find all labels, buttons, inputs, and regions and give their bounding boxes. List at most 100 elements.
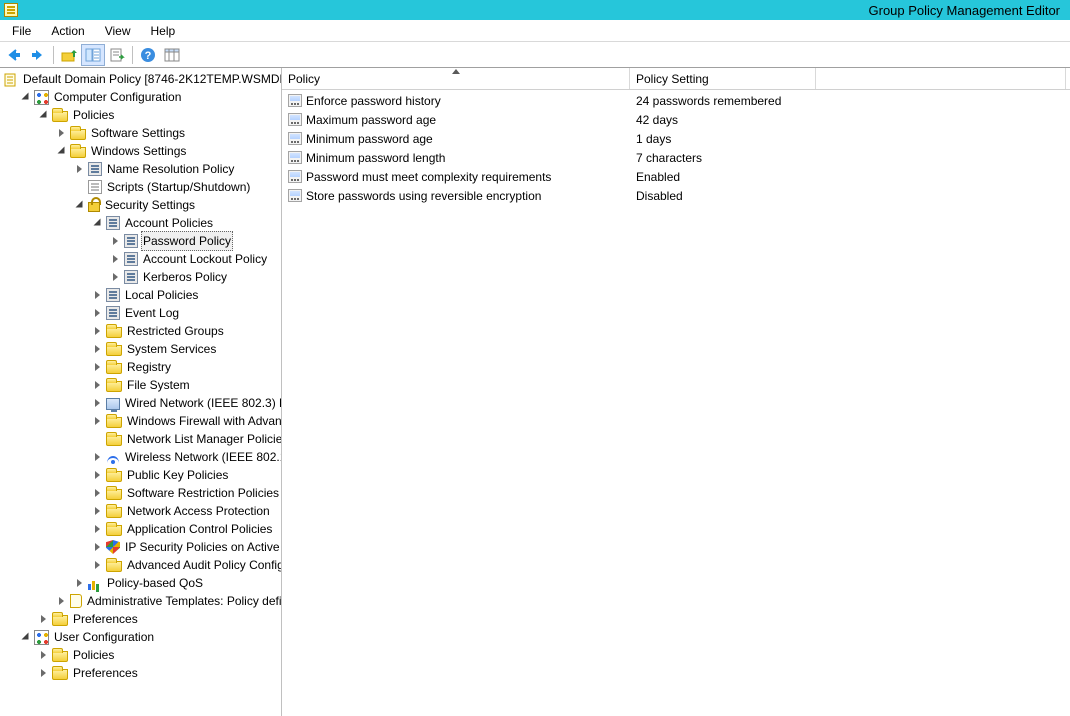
column-header-blank[interactable] xyxy=(816,68,1066,89)
tree-item[interactable]: Software Settings xyxy=(0,124,281,142)
list-item[interactable]: Minimum password length7 characters xyxy=(282,148,1070,167)
expander-closed-icon[interactable] xyxy=(92,505,104,517)
expander-closed-icon[interactable] xyxy=(92,523,104,535)
tree-item[interactable]: Kerberos Policy xyxy=(0,268,281,286)
tree-item[interactable]: Software Restriction Policies xyxy=(0,484,281,502)
list-item[interactable]: Minimum password age1 days xyxy=(282,129,1070,148)
expander-closed-icon[interactable] xyxy=(92,325,104,337)
forward-button[interactable] xyxy=(26,44,50,66)
tree-item[interactable]: Network List Manager Policies xyxy=(0,430,281,448)
tree-item[interactable]: Wired Network (IEEE 802.3) Policies xyxy=(0,394,281,412)
expander-closed-icon[interactable] xyxy=(38,613,50,625)
back-button[interactable] xyxy=(2,44,26,66)
expander-closed-icon[interactable] xyxy=(92,361,104,373)
window-title: Group Policy Management Editor xyxy=(22,3,1066,18)
expander-closed-icon[interactable] xyxy=(92,397,104,409)
tree-item[interactable]: Password Policy xyxy=(0,232,281,250)
help-button[interactable]: ? xyxy=(136,44,160,66)
expander-closed-icon[interactable] xyxy=(92,559,104,571)
tree-item[interactable]: Computer Configuration xyxy=(0,88,281,106)
tree-item[interactable]: Preferences xyxy=(0,610,281,628)
expander-closed-icon[interactable] xyxy=(92,487,104,499)
tree-item[interactable]: Policies xyxy=(0,646,281,664)
tree-item[interactable]: Local Policies xyxy=(0,286,281,304)
expander-closed-icon[interactable] xyxy=(110,235,122,247)
menu-action[interactable]: Action xyxy=(41,22,94,40)
expander-closed-icon[interactable] xyxy=(110,253,122,265)
tree-item[interactable]: Administrative Templates: Policy definit… xyxy=(0,592,281,610)
tree-item[interactable]: Windows Firewall with Advanced Security xyxy=(0,412,281,430)
expander-open-icon[interactable] xyxy=(74,199,86,211)
expander-open-icon[interactable] xyxy=(20,91,32,103)
tree-item[interactable]: Public Key Policies xyxy=(0,466,281,484)
expander-closed-icon[interactable] xyxy=(92,307,104,319)
export-list-button[interactable] xyxy=(105,44,129,66)
tree-label: Local Policies xyxy=(123,286,200,304)
export-list-icon xyxy=(109,47,125,63)
expander-closed-icon[interactable] xyxy=(74,163,86,175)
tree-item[interactable]: IP Security Policies on Active Directory xyxy=(0,538,281,556)
list-item[interactable]: Maximum password age42 days xyxy=(282,110,1070,129)
tree-item[interactable]: System Services xyxy=(0,340,281,358)
list-item[interactable]: Store passwords using reversible encrypt… xyxy=(282,186,1070,205)
tree-item[interactable]: Application Control Policies xyxy=(0,520,281,538)
filter-button[interactable] xyxy=(160,44,184,66)
app-icon xyxy=(4,3,18,17)
expander-closed-icon[interactable] xyxy=(56,595,68,607)
console-tree-pane[interactable]: Default Domain Policy [8746-2K12TEMP.WSM… xyxy=(0,68,282,716)
expander-closed-icon[interactable] xyxy=(74,577,86,589)
tree-item[interactable]: Network Access Protection xyxy=(0,502,281,520)
expander-open-icon[interactable] xyxy=(38,109,50,121)
expander-open-icon[interactable] xyxy=(92,217,104,229)
expander-open-icon[interactable] xyxy=(20,631,32,643)
folder-closed-icon xyxy=(106,525,122,536)
tree-item[interactable]: Name Resolution Policy xyxy=(0,160,281,178)
expander-closed-icon[interactable] xyxy=(92,289,104,301)
folder-closed-icon xyxy=(70,129,86,140)
expander-closed-icon[interactable] xyxy=(56,127,68,139)
expander-closed-icon[interactable] xyxy=(92,451,104,463)
policy-setting-cell: Disabled xyxy=(630,189,816,203)
expander-closed-icon[interactable] xyxy=(92,541,104,553)
up-button[interactable] xyxy=(57,44,81,66)
list-item[interactable]: Password must meet complexity requiremen… xyxy=(282,167,1070,186)
tree-item[interactable]: User Configuration xyxy=(0,628,281,646)
tree-item[interactable]: Wireless Network (IEEE 802.11) Policies xyxy=(0,448,281,466)
menu-view[interactable]: View xyxy=(95,22,141,40)
tree-item[interactable]: Windows Settings xyxy=(0,142,281,160)
expander-closed-icon[interactable] xyxy=(110,271,122,283)
tree-item[interactable]: Registry xyxy=(0,358,281,376)
tree-item[interactable]: Account Policies xyxy=(0,214,281,232)
tree-item[interactable]: Policies xyxy=(0,106,281,124)
tree-label: Security Settings xyxy=(103,196,197,214)
tree-label: Kerberos Policy xyxy=(141,268,229,286)
list-body[interactable]: Enforce password history24 passwords rem… xyxy=(282,90,1070,716)
console-tree[interactable]: Default Domain Policy [8746-2K12TEMP.WSM… xyxy=(0,68,281,682)
menu-bar: File Action View Help xyxy=(0,20,1070,42)
tree-item[interactable]: Scripts (Startup/Shutdown) xyxy=(0,178,281,196)
expander-closed-icon[interactable] xyxy=(92,379,104,391)
tree-root[interactable]: Default Domain Policy [8746-2K12TEMP.WSM… xyxy=(0,70,281,88)
tree-item[interactable]: Restricted Groups xyxy=(0,322,281,340)
tree-item[interactable]: Preferences xyxy=(0,664,281,682)
list-item[interactable]: Enforce password history24 passwords rem… xyxy=(282,91,1070,110)
tree-item[interactable]: Account Lockout Policy xyxy=(0,250,281,268)
expander-open-icon[interactable] xyxy=(56,145,68,157)
menu-file[interactable]: File xyxy=(2,22,41,40)
column-header-policy-setting[interactable]: Policy Setting xyxy=(630,68,816,89)
arrow-right-icon xyxy=(30,47,46,63)
tree-item[interactable]: Advanced Audit Policy Configuration xyxy=(0,556,281,574)
policy-name: Minimum password age xyxy=(306,132,433,146)
tree-item[interactable]: Event Log xyxy=(0,304,281,322)
expander-closed-icon[interactable] xyxy=(92,469,104,481)
menu-help[interactable]: Help xyxy=(141,22,186,40)
expander-closed-icon[interactable] xyxy=(38,667,50,679)
expander-closed-icon[interactable] xyxy=(92,415,104,427)
tree-item[interactable]: Security Settings xyxy=(0,196,281,214)
show-tree-button[interactable] xyxy=(81,44,105,66)
column-header-policy[interactable]: Policy xyxy=(282,68,630,89)
expander-closed-icon[interactable] xyxy=(92,343,104,355)
tree-item[interactable]: Policy-based QoS xyxy=(0,574,281,592)
expander-closed-icon[interactable] xyxy=(38,649,50,661)
tree-item[interactable]: File System xyxy=(0,376,281,394)
